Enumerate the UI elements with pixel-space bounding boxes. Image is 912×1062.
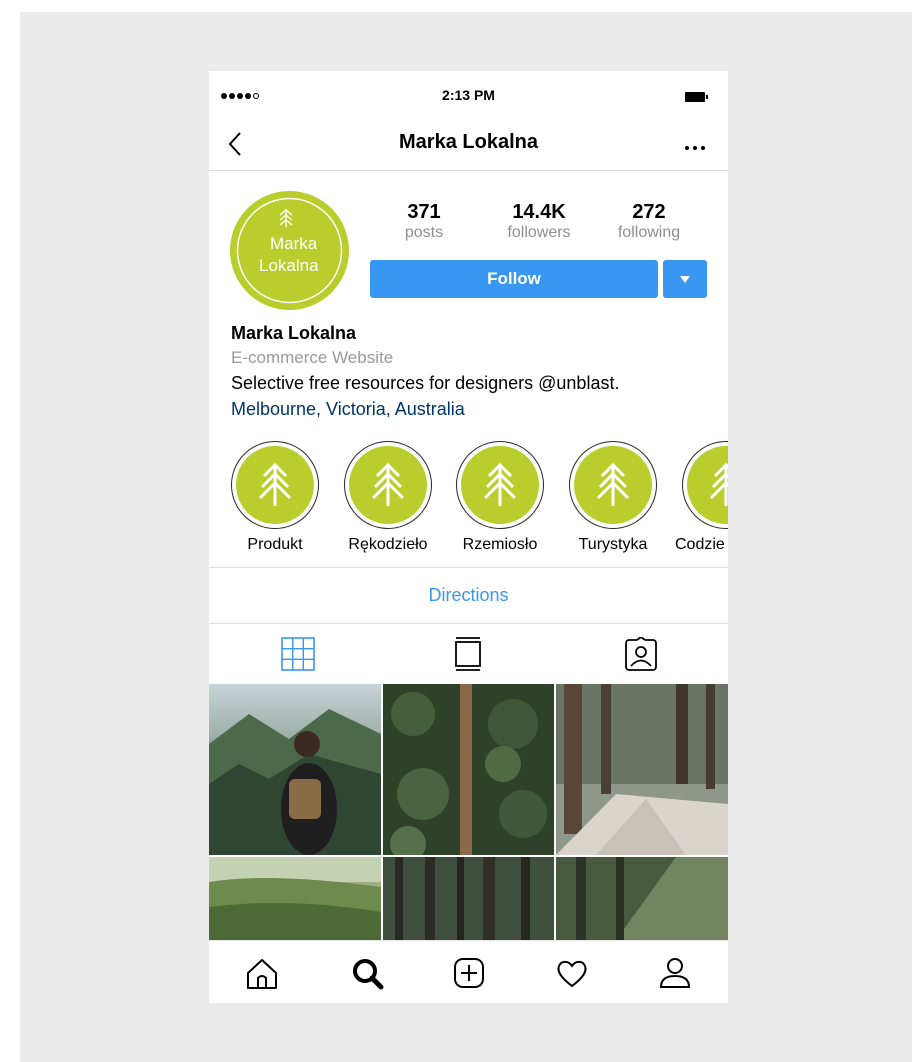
avatar[interactable]: Marka Lokalna: [230, 191, 349, 310]
tagged-icon[interactable]: [621, 637, 661, 671]
stat-followers-label: followers: [507, 224, 571, 241]
home-icon[interactable]: [242, 953, 282, 993]
feed-icon[interactable]: [448, 637, 488, 671]
highlight-item[interactable]: Codzie: [675, 441, 728, 554]
phone-screen: 2:13 PM Marka Lokalna Marka Lokalna 371 …: [209, 71, 728, 1003]
add-post-icon[interactable]: [449, 953, 489, 993]
stat-posts-label: posts: [404, 224, 444, 241]
profile-location-link[interactable]: Melbourne, Victoria, Australia: [231, 399, 711, 420]
highlight-label: Codzie: [675, 536, 725, 553]
profile-description: Selective free resources for designers @…: [231, 373, 620, 393]
photo-grid: [209, 684, 728, 940]
brand-logo-icon: Marka Lokalna: [236, 197, 343, 304]
nav-bar: Marka Lokalna: [209, 123, 728, 171]
photo-thumbnail[interactable]: [556, 684, 728, 855]
highlight-label: Produkt: [247, 536, 303, 553]
highlight-item[interactable]: Rękodzieło: [338, 441, 438, 554]
profile-bio: Marka Lokalna E-commerce Website Selecti…: [231, 323, 711, 420]
grid-icon[interactable]: [278, 637, 318, 671]
photo-thumbnail[interactable]: [209, 684, 381, 855]
stat-following-value: 272: [632, 201, 666, 223]
forest-road-photo: [383, 684, 554, 855]
photo-thumbnail[interactable]: [556, 857, 728, 940]
stat-following[interactable]: 272 following: [594, 201, 704, 242]
tree-icon: [258, 462, 292, 506]
hiker-photo: [209, 709, 381, 855]
caret-down-icon: [680, 275, 690, 283]
tall-trees-photo: [383, 857, 554, 940]
stat-posts[interactable]: 371 posts: [369, 201, 479, 242]
status-time: 2:13 PM: [442, 87, 495, 103]
status-bar: 2:13 PM: [209, 71, 728, 123]
avatar-text-1: Marka: [270, 234, 318, 253]
photo-thumbnail[interactable]: [209, 857, 381, 940]
stat-followers[interactable]: 14.4K followers: [484, 201, 594, 242]
stat-followers-value: 14.4K: [512, 201, 566, 223]
suggested-dropdown-button[interactable]: [663, 260, 707, 298]
highlight-item[interactable]: Turystyka: [563, 441, 663, 554]
profile-tabs: [209, 623, 728, 683]
highlight-item[interactable]: Produkt: [225, 441, 325, 554]
photo-thumbnail[interactable]: [383, 684, 554, 855]
forest-path-photo: [556, 684, 728, 855]
photo-thumbnail[interactable]: [383, 857, 554, 940]
tree-icon: [371, 462, 405, 506]
bottom-nav: [209, 940, 728, 1003]
stat-following-label: following: [617, 224, 681, 241]
highlight-label: Rękodzieło: [348, 536, 428, 553]
highlight-label: Rzemiosło: [462, 536, 538, 553]
more-horizontal-icon[interactable]: [683, 131, 707, 161]
tree-icon: [709, 462, 728, 506]
stat-posts-value: 371: [407, 201, 441, 223]
search-icon[interactable]: [347, 953, 387, 993]
directions-button[interactable]: Directions: [209, 567, 728, 624]
highlight-label: Turystyka: [578, 536, 648, 553]
heart-icon[interactable]: [552, 953, 592, 993]
follow-button[interactable]: Follow: [370, 260, 658, 298]
battery-icon: [685, 92, 708, 102]
sunlit-forest-photo: [556, 857, 728, 940]
profile-name: Marka Lokalna: [231, 323, 357, 343]
highlight-item[interactable]: Rzemiosło: [450, 441, 550, 554]
tree-icon: [596, 462, 630, 506]
avatar-text-2: Lokalna: [259, 256, 319, 275]
page-title: Marka Lokalna: [399, 131, 538, 153]
tree-icon: [483, 462, 517, 506]
profile-category: E-commerce Website: [231, 348, 394, 367]
misty-forest-photo: [209, 857, 381, 940]
profile-icon[interactable]: [655, 953, 695, 993]
